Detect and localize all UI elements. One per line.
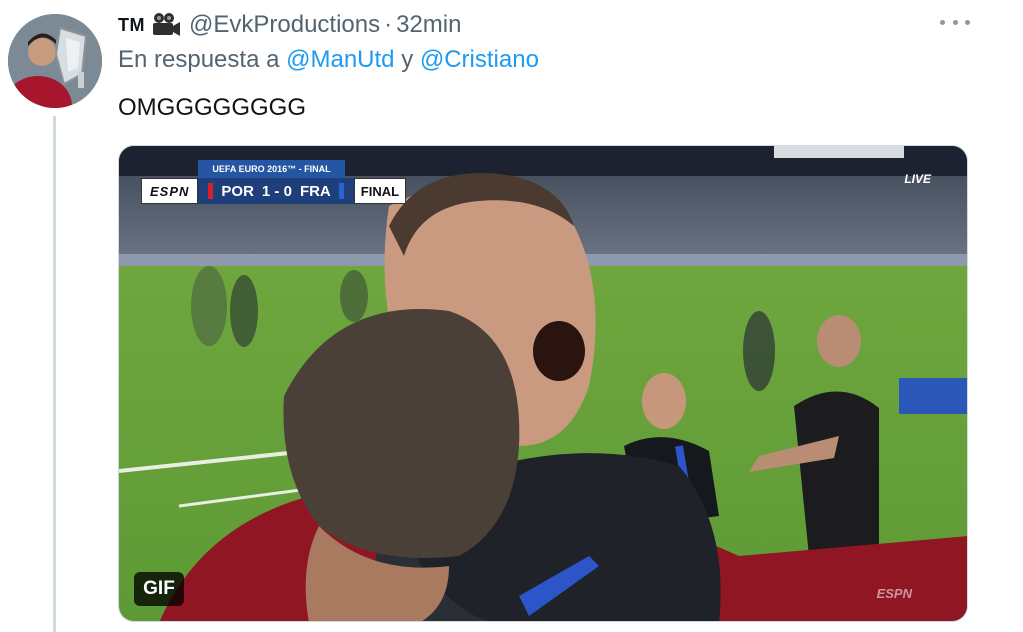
score-box: UEFA EURO 2016™ - FINAL POR 1 - 0 FRA (198, 160, 354, 204)
avatar-photo (8, 14, 102, 108)
mention-cristiano[interactable]: @Cristiano (420, 46, 539, 73)
tweet-text: OMGGGGGGGG (118, 94, 307, 121)
gif-frame (119, 146, 967, 621)
display-name[interactable]: TM (118, 15, 145, 36)
portugal-flag-icon (208, 183, 214, 199)
network-logo: ESPN (141, 178, 199, 204)
home-team: POR (221, 182, 254, 200)
scorebug: ESPN UEFA EURO 2016™ - FINAL POR 1 - 0 F… (141, 160, 407, 204)
france-flag-icon (338, 183, 344, 199)
reply-context: En respuesta a @ManUtd y @Cristiano (118, 46, 539, 74)
reply-prefix: En respuesta a (118, 46, 280, 73)
away-team: FRA (299, 182, 331, 200)
live-label: LIVE (904, 172, 931, 186)
more-options-icon[interactable] (940, 12, 970, 32)
gif-media[interactable]: ESPN UEFA EURO 2016™ - FINAL POR 1 - 0 F… (118, 145, 968, 622)
separator-dot: · (384, 11, 393, 38)
tweet-header: TM @EvkProductions · 32min (118, 8, 461, 42)
tweet-timestamp[interactable]: 32min (396, 11, 461, 39)
mention-manutd[interactable]: @ManUtd (286, 46, 394, 73)
corner-network-logo: ESPN (876, 586, 912, 601)
competition-title: UEFA EURO 2016™ - FINAL (198, 160, 345, 178)
author-handle[interactable]: @EvkProductions (189, 11, 380, 39)
avatar[interactable] (8, 14, 102, 108)
match-status: FINAL (353, 178, 407, 204)
gif-badge[interactable]: GIF (134, 572, 184, 606)
reply-conjunction: y (401, 46, 414, 73)
movie-camera-icon (151, 12, 181, 38)
tweet: TM @EvkProductions · 32min En respuesta … (0, 0, 1023, 632)
match-score: 1 - 0 (261, 182, 292, 200)
thread-line (53, 116, 56, 632)
